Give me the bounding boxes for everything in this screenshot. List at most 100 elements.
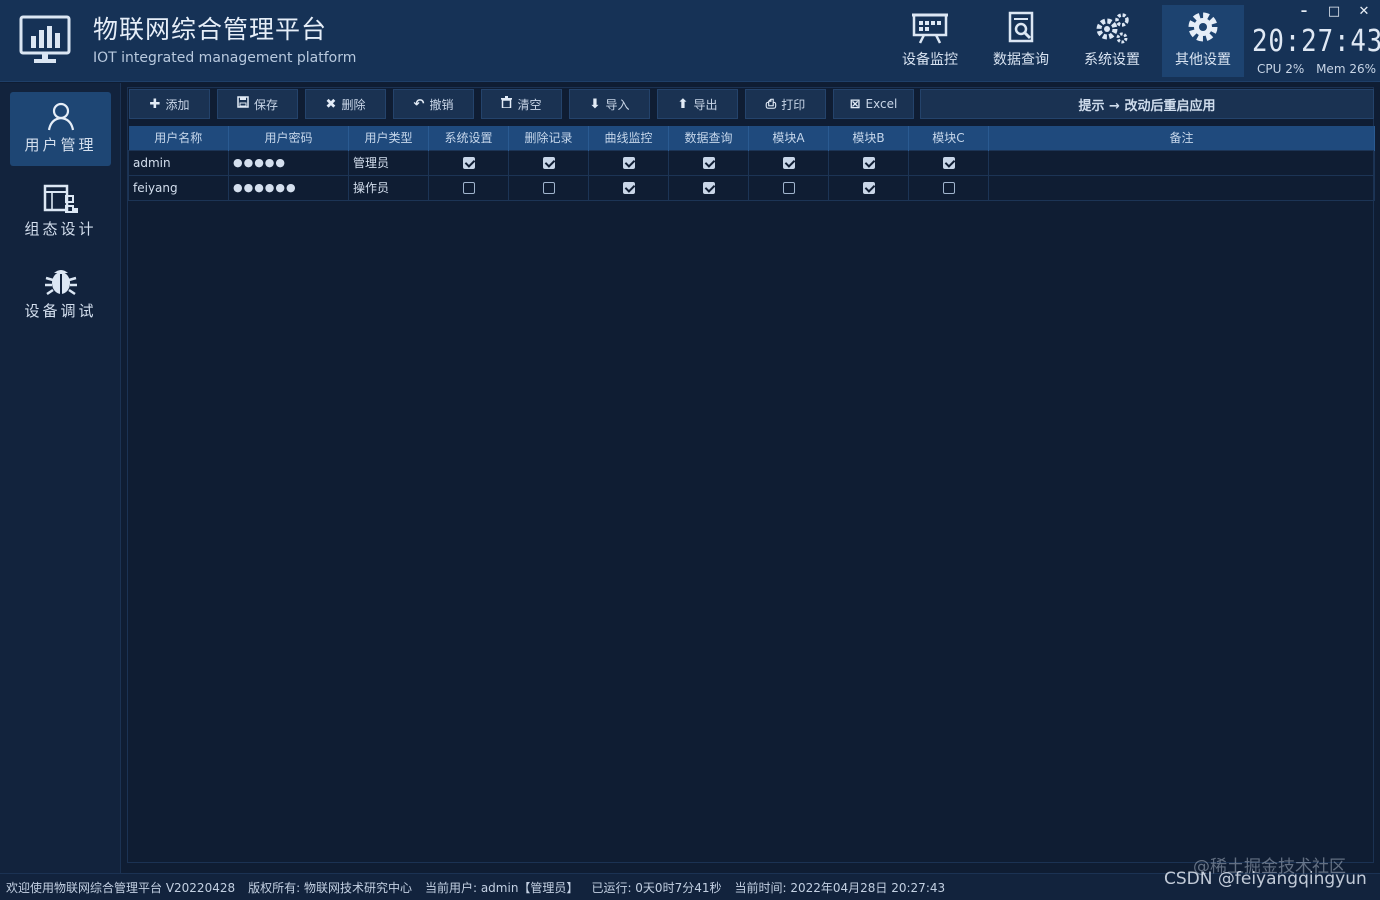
sidebar-item-label: 用户管理	[24, 136, 97, 154]
permission-checkbox[interactable]	[622, 157, 635, 169]
minimize-button[interactable]: –	[1296, 4, 1312, 20]
button-label: 打印	[781, 97, 806, 112]
column-header[interactable]: 模块B	[828, 126, 909, 150]
status-uptime: 已运行: 0天0时7分41秒	[591, 880, 722, 895]
cell-permission[interactable]	[668, 174, 749, 201]
arrow-up-icon: ⬆	[677, 96, 689, 112]
plus-icon: ✚	[149, 96, 161, 112]
column-header[interactable]: 系统设置	[428, 126, 509, 150]
cpu-usage: CPU 2%	[1257, 62, 1305, 76]
cell-permission[interactable]	[828, 174, 909, 201]
status-current-user: 当前用户: admin【管理员】	[424, 880, 579, 895]
sidebar-item-user-management[interactable]: 用户管理	[10, 92, 111, 166]
cell-permission[interactable]	[908, 149, 989, 176]
add-button[interactable]: ✚ 添加	[129, 89, 210, 119]
cell-username[interactable]: admin	[128, 149, 229, 176]
status-copyright: 版权所有: 物联网技术研究中心	[248, 880, 412, 895]
cell-permission[interactable]	[428, 149, 509, 176]
permission-checkbox[interactable]	[702, 157, 715, 169]
cell-note[interactable]	[988, 174, 1375, 201]
delete-button[interactable]: ✖ 删除	[305, 89, 386, 119]
sidebar-item-config-design[interactable]: 组态设计	[10, 174, 111, 248]
toolbar: ✚ 添加 保存 ✖ 删除 ↶ 撤销 清空 ⬇ 导入 ⬆ 导出 ⎙ 打印 ⊠ Ex…	[128, 88, 1375, 120]
window-controls: – □ ✕	[1296, 4, 1372, 22]
cell-permission[interactable]	[508, 174, 589, 201]
cell-permission[interactable]	[828, 149, 909, 176]
column-header[interactable]: 用户密码	[228, 126, 349, 150]
nav-system-settings[interactable]: 系统设置	[1071, 5, 1153, 77]
column-header[interactable]: 模块A	[748, 126, 829, 150]
nav-data-query[interactable]: 数据查询	[980, 5, 1062, 77]
permission-checkbox[interactable]	[782, 182, 795, 194]
column-header[interactable]: 备注	[988, 126, 1375, 150]
cell-permission[interactable]	[748, 149, 829, 176]
watermark-csdn: CSDN @feiyangqingyun	[1164, 869, 1367, 889]
permission-checkbox[interactable]	[542, 182, 555, 194]
column-header[interactable]: 用户类型	[348, 126, 429, 150]
sidebar-item-label: 组态设计	[24, 220, 97, 238]
gears-icon	[1096, 13, 1129, 44]
cell-user-type[interactable]: 管理员	[348, 149, 429, 176]
cell-permission[interactable]	[908, 174, 989, 201]
cell-permission[interactable]	[748, 174, 829, 201]
cell-user-type[interactable]: 操作员	[348, 174, 429, 201]
cell-password[interactable]: ●●●●●	[228, 149, 349, 176]
close-button[interactable]: ✕	[1356, 4, 1372, 20]
nav-label: 其他设置	[1175, 52, 1231, 68]
permission-checkbox[interactable]	[782, 157, 795, 169]
status-current-time: 当前时间: 2022年04月28日 20:27:43	[734, 880, 946, 895]
sidebar-item-device-debug[interactable]: 设备调试	[10, 256, 111, 330]
cell-password[interactable]: ●●●●●●	[228, 174, 349, 201]
main-panel: ✚ 添加 保存 ✖ 删除 ↶ 撤销 清空 ⬇ 导入 ⬆ 导出 ⎙ 打印 ⊠ Ex…	[127, 87, 1375, 863]
save-button[interactable]: 保存	[217, 89, 298, 119]
nav-other-settings[interactable]: 其他设置	[1162, 5, 1244, 77]
undo-icon: ↶	[413, 96, 425, 112]
permission-checkbox[interactable]	[942, 157, 955, 169]
cell-permission[interactable]	[588, 174, 669, 201]
cell-note[interactable]	[988, 149, 1375, 176]
nav-label: 系统设置	[1084, 52, 1140, 68]
column-header[interactable]: 用户名称	[128, 126, 229, 150]
clear-button[interactable]: 清空	[481, 89, 562, 119]
cell-permission[interactable]	[668, 149, 749, 176]
permission-checkbox[interactable]	[942, 182, 955, 194]
button-label: 导出	[693, 97, 718, 112]
app-title: 物联网综合管理平台	[93, 15, 328, 44]
table-header-row: 用户名称 用户密码 用户类型 系统设置 删除记录 曲线监控 数据查询 模块A 模…	[128, 126, 1375, 150]
column-header[interactable]: 模块C	[908, 126, 989, 150]
app-subtitle: IOT integrated management platform	[93, 50, 357, 66]
button-label: 删除	[341, 97, 366, 112]
export-button[interactable]: ⬆ 导出	[657, 89, 738, 119]
permission-checkbox[interactable]	[462, 157, 475, 169]
cell-permission[interactable]	[428, 174, 509, 201]
column-header[interactable]: 删除记录	[508, 126, 589, 150]
nav-device-monitor[interactable]: 设备监控	[889, 5, 971, 77]
excel-icon: ⊠	[849, 96, 861, 112]
excel-button[interactable]: ⊠ Excel	[833, 89, 914, 119]
cell-permission[interactable]	[508, 149, 589, 176]
sidebar-item-label: 设备调试	[24, 302, 97, 320]
maximize-button[interactable]: □	[1326, 4, 1342, 20]
button-label: Excel	[865, 97, 898, 111]
cell-username[interactable]: feiyang	[128, 174, 229, 201]
table-row[interactable]: feiyang ●●●●●● 操作员	[128, 174, 1375, 201]
undo-button[interactable]: ↶ 撤销	[393, 89, 474, 119]
column-header[interactable]: 数据查询	[668, 126, 749, 150]
button-label: 导入	[605, 97, 630, 112]
delete-icon: ✖	[325, 96, 337, 112]
user-icon	[47, 102, 74, 131]
cell-permission[interactable]	[588, 149, 669, 176]
permission-checkbox[interactable]	[862, 182, 875, 194]
permission-checkbox[interactable]	[622, 182, 635, 194]
permission-checkbox[interactable]	[542, 157, 555, 169]
permission-checkbox[interactable]	[702, 182, 715, 194]
button-label: 清空	[517, 97, 542, 112]
button-label: 添加	[165, 97, 190, 112]
save-icon	[237, 96, 249, 112]
table-row[interactable]: admin ●●●●● 管理员	[128, 149, 1375, 176]
permission-checkbox[interactable]	[462, 182, 475, 194]
print-button[interactable]: ⎙ 打印	[745, 89, 826, 119]
import-button[interactable]: ⬇ 导入	[569, 89, 650, 119]
column-header[interactable]: 曲线监控	[588, 126, 669, 150]
permission-checkbox[interactable]	[862, 157, 875, 169]
